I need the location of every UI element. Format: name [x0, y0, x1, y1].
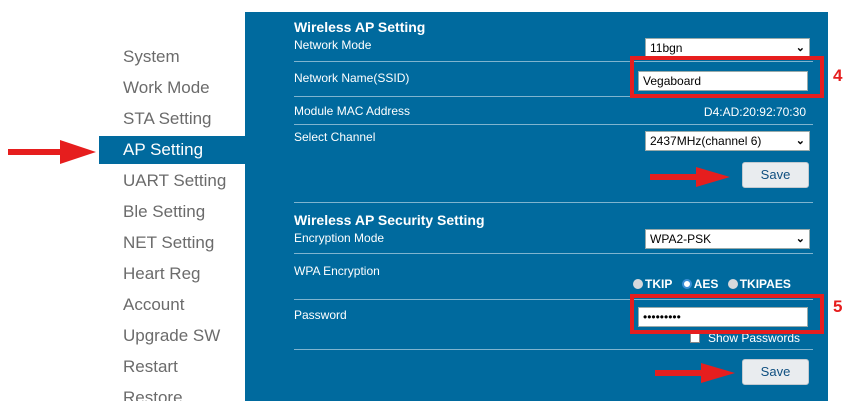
sidebar-item-restart[interactable]: Restart — [99, 353, 245, 381]
radio-dot-icon — [727, 279, 738, 289]
channel-value: 2437MHz(channel 6) — [650, 134, 762, 148]
sidebar-item-work-mode[interactable]: Work Mode — [99, 74, 245, 102]
sidebar-item-sta-setting[interactable]: STA Setting — [99, 105, 245, 133]
network-mode-value: 11bgn — [650, 41, 683, 55]
radio-aes[interactable]: AES — [681, 277, 719, 291]
mac-address-value: D4:AD:20:92:70:30 — [703, 105, 806, 119]
mac-address-label: Module MAC Address — [294, 104, 411, 118]
ssid-label: Network Name(SSID) — [294, 71, 410, 85]
network-mode-select[interactable]: 11bgn ⌄ — [645, 38, 810, 58]
encryption-mode-value: WPA2-PSK — [650, 232, 712, 246]
sidebar-item-uart-setting[interactable]: UART Setting — [99, 167, 245, 195]
divider — [294, 253, 813, 254]
divider — [294, 202, 813, 203]
encryption-mode-label: Encryption Mode — [294, 231, 385, 245]
radio-aes-label: AES — [693, 277, 719, 291]
divider — [294, 124, 813, 125]
sidebar-item-upgrade-sw[interactable]: Upgrade SW — [99, 322, 245, 350]
password-label: Password — [294, 308, 347, 322]
radio-dot-checked-icon — [681, 279, 692, 289]
sidebar-item-system[interactable]: System — [99, 43, 245, 71]
ap-save-button[interactable]: Save — [742, 162, 809, 188]
sidebar-item-net-setting[interactable]: NET Setting — [99, 229, 245, 257]
radio-dot-icon — [633, 279, 643, 289]
sidebar-item-ble-setting[interactable]: Ble Setting — [99, 198, 245, 226]
sidebar-item-restore[interactable]: Restore — [99, 384, 245, 401]
annotation-step-4: 4 — [833, 66, 843, 85]
channel-label: Select Channel — [294, 130, 376, 144]
ap-setting-title: Wireless AP Setting — [294, 19, 426, 35]
radio-tkip-label: TKIP — [645, 277, 673, 291]
show-passwords-checkbox[interactable] — [690, 333, 700, 343]
wpa-encryption-label: WPA Encryption — [294, 264, 380, 278]
annotation-box-password — [630, 294, 824, 334]
sidebar-item-account[interactable]: Account — [99, 291, 245, 319]
annotation-arrow-ap-save — [650, 167, 730, 187]
sidebar-nav: System Work Mode STA Setting AP Setting … — [99, 40, 245, 401]
sidebar-item-heart-reg[interactable]: Heart Reg — [99, 260, 245, 288]
radio-tkipaes-label: TKIPAES — [739, 277, 791, 291]
network-mode-label: Network Mode — [294, 38, 372, 52]
chevron-down-icon: ⌄ — [795, 233, 805, 245]
annotation-step-5: 5 — [833, 297, 843, 316]
annotation-arrow-ap-setting — [8, 140, 96, 164]
chevron-down-icon: ⌄ — [795, 42, 805, 54]
sidebar-item-ap-setting[interactable]: AP Setting — [99, 136, 245, 164]
encryption-mode-select[interactable]: WPA2-PSK ⌄ — [645, 229, 810, 249]
ap-security-title: Wireless AP Security Setting — [294, 212, 485, 228]
wpa-encryption-radio-group: TKIP AES TKIPAES — [633, 277, 791, 292]
security-save-button[interactable]: Save — [742, 359, 809, 385]
annotation-arrow-security-save — [655, 363, 735, 383]
annotation-box-ssid — [630, 56, 824, 98]
chevron-down-icon: ⌄ — [795, 135, 805, 147]
radio-tkipaes[interactable]: TKIPAES — [727, 277, 791, 291]
radio-tkip[interactable]: TKIP — [633, 277, 672, 291]
channel-select[interactable]: 2437MHz(channel 6) ⌄ — [645, 131, 810, 151]
divider — [294, 349, 813, 350]
